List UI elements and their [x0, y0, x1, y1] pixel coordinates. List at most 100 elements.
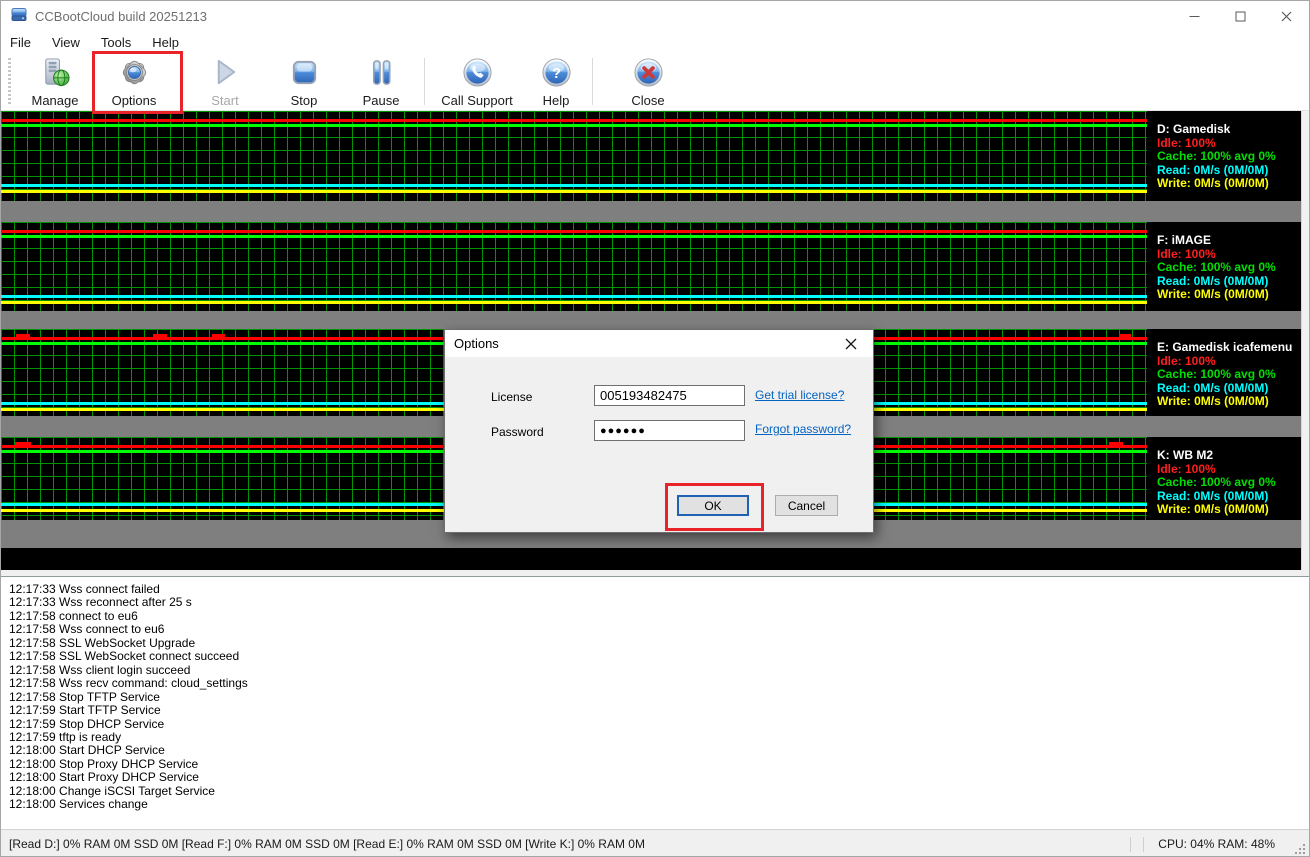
disk-idle: Idle: 100% [1157, 137, 1303, 151]
disk-idle: Idle: 100% [1157, 355, 1303, 369]
toolbar-gripper[interactable] [8, 58, 11, 105]
disk-title: E: Gamedisk icafemenu [1157, 341, 1303, 355]
menubar: File View Tools Help [1, 32, 1309, 53]
log-line: 12:17:33 Wss reconnect after 25 s [9, 596, 1301, 609]
maximize-button[interactable] [1217, 1, 1263, 32]
disk-write: Write: 0M/s (0M/0M) [1157, 503, 1303, 517]
log-line: 12:17:59 Start TFTP Service [9, 704, 1301, 717]
toolbar-separator [592, 58, 593, 105]
log-line: 12:18:00 Change iSCSI Target Service [9, 785, 1301, 798]
menu-help[interactable]: Help [150, 33, 189, 52]
write-line [1, 301, 1147, 304]
stop-button[interactable]: Stop [267, 53, 341, 110]
app-window: CCBootCloud build 20251213 File View Too… [0, 0, 1310, 857]
stop-icon [289, 57, 320, 91]
row-gap [1, 311, 1309, 329]
options-label: Options [112, 93, 157, 108]
close-red-x-icon [633, 57, 664, 91]
menu-view[interactable]: View [50, 33, 90, 52]
help-label: Help [543, 93, 570, 108]
log-line: 12:18:00 Start DHCP Service [9, 744, 1301, 757]
log-line: 12:17:58 Wss recv command: cloud_setting… [9, 677, 1301, 690]
disk-graph-f [1, 222, 1147, 311]
disk-cache: Cache: 100% avg 0% [1157, 476, 1303, 490]
password-input[interactable] [594, 420, 745, 441]
log-panel[interactable]: 12:17:33 Wss connect failed 12:17:33 Wss… [1, 576, 1309, 829]
toolbar-separator [424, 58, 425, 105]
password-label: Password [491, 425, 544, 439]
get-trial-license-link[interactable]: Get trial license? [755, 388, 844, 402]
ok-button[interactable]: OK [677, 495, 749, 516]
manage-label: Manage [32, 93, 79, 108]
disk-graph-d [1, 111, 1147, 201]
disk-title: D: Gamedisk [1157, 123, 1303, 137]
right-edge-strip [1301, 111, 1309, 570]
stop-label: Stop [291, 93, 318, 108]
disk-idle: Idle: 100% [1157, 463, 1303, 477]
statusbar-disk-stats: [Read D:] 0% RAM 0M SSD 0M [Read F:] 0% … [9, 837, 1124, 851]
disk-write: Write: 0M/s (0M/0M) [1157, 395, 1303, 409]
question-icon: ? [541, 57, 572, 91]
dialog-title: Options [454, 336, 499, 351]
close-button[interactable]: Close [600, 53, 696, 110]
graph-footer-band [1, 548, 1303, 570]
disk-read: Read: 0M/s (0M/0M) [1157, 382, 1303, 396]
menu-file[interactable]: File [8, 33, 41, 52]
write-line [1, 190, 1147, 193]
close-window-button[interactable] [1263, 1, 1309, 32]
idle-line-spike [15, 442, 31, 445]
idle-line-spike [212, 334, 225, 337]
statusbar-cpu-ram: CPU: 04% RAM: 48% [1158, 837, 1275, 851]
cancel-button[interactable]: Cancel [775, 495, 838, 516]
resize-grip[interactable] [1295, 844, 1305, 854]
log-line: 12:17:59 Stop DHCP Service [9, 718, 1301, 731]
minimize-button[interactable] [1171, 1, 1217, 32]
log-line: 12:17:59 tftp is ready [9, 731, 1301, 744]
dialog-close-icon[interactable] [829, 330, 873, 357]
pause-label: Pause [363, 93, 400, 108]
disk-idle: Idle: 100% [1157, 248, 1303, 262]
row-gap [1, 201, 1309, 222]
idle-line-spike [1119, 334, 1131, 337]
idle-line-spike [16, 334, 30, 337]
window-title: CCBootCloud build 20251213 [35, 9, 207, 24]
start-label: Start [211, 93, 238, 108]
pause-button[interactable]: Pause [341, 53, 421, 110]
svg-text:?: ? [552, 66, 561, 82]
statusbar: [Read D:] 0% RAM 0M SSD 0M [Read F:] 0% … [1, 829, 1309, 857]
dialog-titlebar: Options [445, 330, 873, 357]
start-button[interactable]: Start [183, 53, 267, 110]
idle-line-spike [153, 334, 167, 337]
disk-label-d: D: Gamedisk Idle: 100% Cache: 100% avg 0… [1147, 111, 1303, 201]
pause-icon [366, 57, 397, 91]
manage-button[interactable]: Manage [19, 53, 91, 110]
log-line: 12:17:58 Stop TFTP Service [9, 691, 1301, 704]
forgot-password-link[interactable]: Forgot password? [755, 422, 851, 436]
play-icon [210, 57, 241, 91]
license-input[interactable] [594, 385, 745, 406]
log-line: 12:17:58 Wss client login succeed [9, 664, 1301, 677]
options-dialog: Options License Get trial license? Passw… [444, 329, 874, 533]
call-support-button[interactable]: Call Support [431, 53, 523, 110]
toolbar: Manage Options Start [1, 53, 1309, 111]
disk-label-e: E: Gamedisk icafemenu Idle: 100% Cache: … [1147, 329, 1303, 416]
log-line: 12:18:00 Start Proxy DHCP Service [9, 771, 1301, 784]
call-support-label: Call Support [441, 93, 513, 108]
log-line: 12:18:00 Stop Proxy DHCP Service [9, 758, 1301, 771]
help-button[interactable]: ? Help [523, 53, 589, 110]
disk-title: K: WB M2 [1157, 449, 1303, 463]
disk-cache: Cache: 100% avg 0% [1157, 150, 1303, 164]
menu-tools[interactable]: Tools [99, 33, 141, 52]
disk-read: Read: 0M/s (0M/0M) [1157, 490, 1303, 504]
app-icon [10, 5, 28, 28]
disk-cache: Cache: 100% avg 0% [1157, 261, 1303, 275]
log-line: 12:18:00 Services change [9, 798, 1301, 811]
log-line: 12:17:58 Wss connect to eu6 [9, 623, 1301, 636]
disk-row-f: F: iMAGE Idle: 100% Cache: 100% avg 0% R… [1, 222, 1309, 311]
disk-write: Write: 0M/s (0M/0M) [1157, 288, 1303, 302]
options-button[interactable]: Options [91, 53, 177, 110]
log-line: 12:17:58 SSL WebSocket Upgrade [9, 637, 1301, 650]
statusbar-separator [1143, 837, 1144, 852]
idle-line [1, 119, 1147, 122]
close-label: Close [631, 93, 664, 108]
